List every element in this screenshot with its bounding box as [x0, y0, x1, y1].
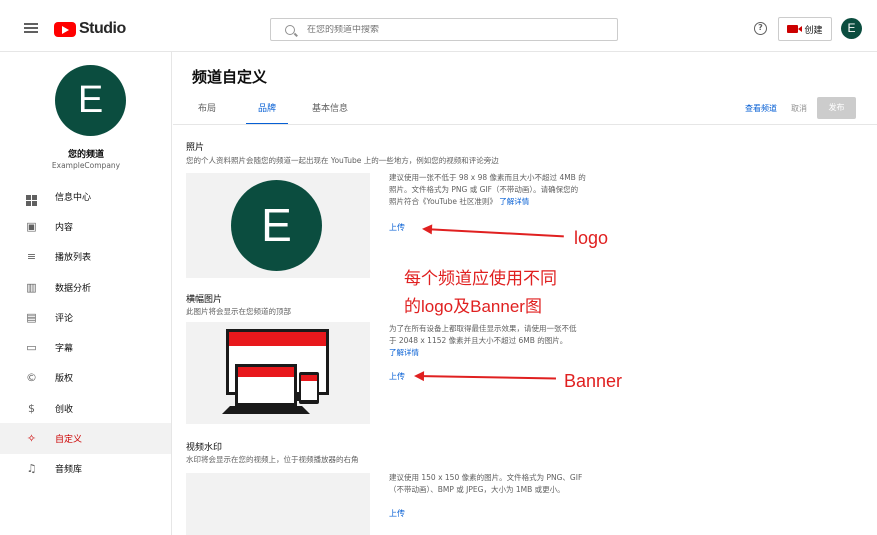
- tab-basic-info[interactable]: 基本信息: [300, 101, 360, 125]
- sidebar-item-label: 内容: [55, 222, 74, 233]
- banner-info-line: 于 2048 x 1152 像素并且大小不超过 6MB 的图片。: [389, 336, 568, 345]
- sidebar-item-copyright[interactable]: © 版权: [0, 363, 171, 393]
- search-box[interactable]: [270, 18, 618, 41]
- page-title: 频道自定义: [192, 68, 268, 86]
- menu-icon[interactable]: [24, 23, 38, 33]
- dollar-icon: $: [28, 401, 35, 415]
- youtube-logo-icon: [54, 21, 76, 37]
- sidebar-item-subtitles[interactable]: ▭ 字幕: [0, 332, 171, 362]
- sidebar-nav: 信息中心 ▣ 内容 ≡ 播放列表 ▥ 数据分析 ▤ 评论 ▭ 字幕 © 版权 $…: [0, 181, 171, 484]
- watermark-info-line: （不带动画）、BMP 或 JPEG，大小为 1MB 或更小。: [389, 485, 565, 494]
- sidebar-item-label: 自定义: [55, 435, 83, 446]
- tab-layout[interactable]: 布局: [186, 101, 228, 125]
- sidebar-item-label: 信息中心: [55, 192, 92, 203]
- watermark-info-line: 建议使用 150 x 150 像素的图片。文件格式为 PNG、GIF: [389, 473, 583, 482]
- studio-logo[interactable]: Studio: [54, 20, 126, 38]
- photo-info-line: 照片符合《YouTube 社区准则》: [389, 197, 497, 206]
- banner-info-line: 为了在所有设备上都取得最佳显示效果，请使用一张不低: [389, 324, 577, 333]
- channel-avatar[interactable]: E: [55, 65, 126, 136]
- sidebar-item-label: 字幕: [55, 344, 74, 355]
- video-camera-icon: [787, 25, 803, 33]
- top-bar: Studio ? 创建 E: [0, 0, 877, 52]
- learn-more-link[interactable]: 了解详情: [499, 197, 529, 206]
- sidebar-item-content[interactable]: ▣ 内容: [0, 211, 171, 241]
- photo-info: 建议使用一张不低于 98 x 98 像素而且大小不超过 4MB 的 照片。文件格…: [389, 172, 604, 208]
- banner-preview: [186, 322, 370, 424]
- annotation-line1: 每个频道应使用不同: [404, 269, 557, 288]
- watermark-preview: [186, 473, 370, 535]
- copyright-icon: ©: [26, 371, 37, 385]
- dashboard-icon: [25, 190, 38, 206]
- photo-section-desc: 您的个人资料照片会随您的频道一起出现在 YouTube 上的一些地方，例如您的视…: [186, 156, 499, 165]
- account-avatar[interactable]: E: [841, 18, 862, 39]
- photo-preview: E: [186, 173, 370, 278]
- annotation-logo: logo: [574, 228, 609, 248]
- watermark-info: 建议使用 150 x 150 像素的图片。文件格式为 PNG、GIF （不带动画…: [389, 472, 604, 496]
- sidebar-item-label: 数据分析: [55, 283, 92, 294]
- channel-handle: ExampleCompany: [51, 161, 121, 170]
- search-input[interactable]: [307, 24, 607, 35]
- subtitles-icon: ▭: [26, 341, 37, 355]
- comments-icon: ▤: [26, 310, 37, 324]
- sidebar-item-customization[interactable]: ✧ 自定义: [0, 423, 171, 454]
- photo-info-line: 照片。文件格式为 PNG 或 GIF（不带动画）。请确保您的: [389, 185, 579, 194]
- publish-button[interactable]: 发布: [817, 97, 856, 119]
- playlist-icon: ≡: [26, 250, 37, 264]
- cancel-button[interactable]: 取消: [791, 103, 807, 114]
- divider: [173, 124, 877, 125]
- tab-branding[interactable]: 品牌: [246, 101, 289, 125]
- content-icon: ▣: [26, 219, 37, 233]
- analytics-icon: ▥: [26, 280, 37, 294]
- sidebar-item-dashboard[interactable]: 信息中心: [0, 181, 171, 211]
- sidebar-item-label: 播放列表: [55, 253, 92, 264]
- tab-bar: 布局 品牌 基本信息: [186, 101, 360, 125]
- sidebar-item-audio-library[interactable]: ♫ 音频库: [0, 454, 171, 484]
- photo-avatar-preview: E: [231, 180, 322, 271]
- photo-info-line: 建议使用一张不低于 98 x 98 像素而且大小不超过 4MB 的: [389, 173, 586, 182]
- header-actions: 查看频道 取消 发布: [745, 97, 856, 119]
- create-button[interactable]: 创建: [778, 17, 832, 41]
- devices-illustration-icon: [222, 329, 329, 414]
- channel-name: 您的频道: [67, 150, 104, 160]
- banner-info: 为了在所有设备上都取得最佳显示效果，请使用一张不低 于 2048 x 1152 …: [389, 323, 604, 359]
- sidebar-item-comments[interactable]: ▤ 评论: [0, 302, 171, 332]
- help-icon[interactable]: ?: [754, 22, 767, 35]
- search-icon: [285, 24, 295, 35]
- watermark-upload-button[interactable]: 上传: [389, 508, 405, 519]
- banner-section-title: 横幅图片: [186, 295, 223, 305]
- sidebar-item-label: 音频库: [55, 465, 83, 476]
- photo-section-title: 照片: [186, 143, 205, 153]
- audio-library-icon: ♫: [26, 462, 37, 476]
- wand-icon: ✧: [26, 432, 37, 446]
- create-label: 创建: [804, 25, 823, 36]
- banner-upload-button[interactable]: 上传: [389, 371, 405, 382]
- view-channel-link[interactable]: 查看频道: [745, 103, 777, 114]
- annotation-line2: 的logo及Banner图: [404, 297, 542, 316]
- sidebar: E 您的频道 ExampleCompany 信息中心 ▣ 内容 ≡ 播放列表 ▥…: [0, 52, 172, 535]
- watermark-section-title: 视频水印: [186, 443, 223, 453]
- sidebar-item-label: 评论: [55, 313, 74, 324]
- annotation-banner: Banner: [564, 371, 623, 391]
- sidebar-item-monetization[interactable]: $ 创收: [0, 393, 171, 423]
- photo-upload-button[interactable]: 上传: [389, 222, 405, 233]
- sidebar-item-label: 创收: [55, 404, 74, 415]
- learn-more-link[interactable]: 了解详情: [389, 347, 604, 359]
- sidebar-item-playlists[interactable]: ≡ 播放列表: [0, 242, 171, 272]
- sidebar-item-analytics[interactable]: ▥ 数据分析: [0, 272, 171, 302]
- logo-text: Studio: [79, 20, 126, 37]
- watermark-section-desc: 水印将会显示在您的视频上，位于视频播放器的右角: [186, 455, 359, 464]
- banner-section-desc: 此图片将会显示在您频道的顶部: [186, 307, 291, 316]
- sidebar-item-label: 版权: [55, 374, 74, 385]
